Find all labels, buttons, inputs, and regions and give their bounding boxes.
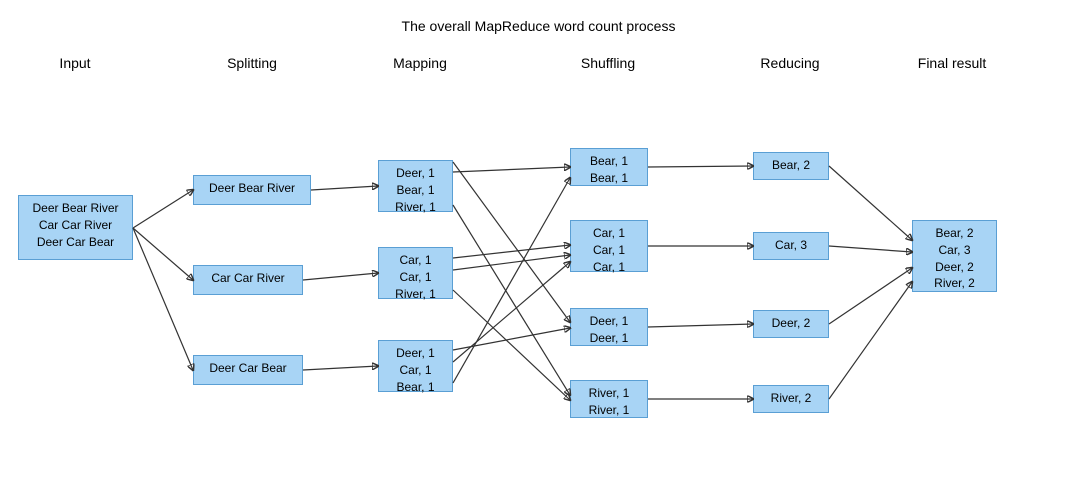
header-input: Input — [59, 55, 90, 71]
diagram-container: The overall MapReduce word count process… — [0, 0, 1077, 500]
header-splitting: Splitting — [227, 55, 277, 71]
box-split3: Deer Car Bear — [193, 355, 303, 385]
box-split1: Deer Bear River — [193, 175, 311, 205]
box-shuf3: Deer, 1Deer, 1 — [570, 308, 648, 346]
header-reducing: Reducing — [760, 55, 819, 71]
box-map3: Deer, 1Car, 1Bear, 1 — [378, 340, 453, 392]
box-red4: River, 2 — [753, 385, 829, 413]
box-shuf4: River, 1River, 1 — [570, 380, 648, 418]
box-split2: Car Car River — [193, 265, 303, 295]
box-shuf2: Car, 1Car, 1Car, 1 — [570, 220, 648, 272]
box-red3: Deer, 2 — [753, 310, 829, 338]
box-shuf1: Bear, 1Bear, 1 — [570, 148, 648, 186]
box-input: Deer Bear RiverCar Car RiverDeer Car Bea… — [18, 195, 133, 260]
header-mapping: Mapping — [393, 55, 447, 71]
box-final: Bear, 2Car, 3Deer, 2River, 2 — [912, 220, 997, 292]
box-map1: Deer, 1Bear, 1River, 1 — [378, 160, 453, 212]
diagram-title: The overall MapReduce word count process — [402, 18, 676, 34]
box-red2: Car, 3 — [753, 232, 829, 260]
box-map2: Car, 1Car, 1River, 1 — [378, 247, 453, 299]
box-red1: Bear, 2 — [753, 152, 829, 180]
header-shuffling: Shuffling — [581, 55, 635, 71]
header-final: Final result — [918, 55, 986, 71]
